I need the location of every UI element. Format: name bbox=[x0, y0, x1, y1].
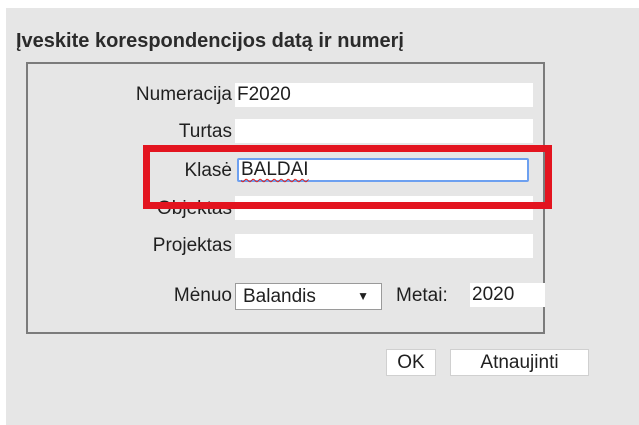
dialog: Įveskite korespondencijos datą ir numerį… bbox=[6, 8, 639, 425]
highlight-box bbox=[143, 145, 552, 209]
turtas-label: Turtas bbox=[178, 121, 232, 142]
numeracija-label: Numeracija bbox=[135, 84, 232, 105]
menuo-label: Mėnuo bbox=[173, 285, 232, 306]
metai-label: Metai: bbox=[396, 285, 448, 306]
projektas-label: Projektas bbox=[152, 235, 232, 256]
metai-field[interactable]: 2020 bbox=[470, 283, 545, 307]
dialog-title: Įveskite korespondencijos datą ir numerį bbox=[16, 30, 404, 52]
refresh-button[interactable]: Atnaujinti bbox=[450, 349, 589, 376]
menuo-select[interactable]: Balandis ▼ bbox=[235, 283, 382, 310]
numeracija-field[interactable]: F2020 bbox=[235, 83, 533, 107]
ok-button[interactable]: OK bbox=[386, 349, 436, 376]
menuo-selected-value: Balandis bbox=[243, 286, 316, 307]
projektas-field[interactable] bbox=[235, 234, 533, 258]
turtas-field[interactable] bbox=[235, 119, 533, 143]
chevron-down-icon: ▼ bbox=[357, 289, 369, 303]
